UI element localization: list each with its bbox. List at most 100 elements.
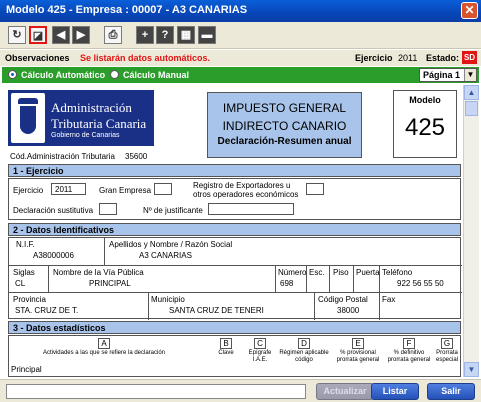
section-identificativos: N.I.F. A38000006 Apellidos y Nombre / Ra… <box>8 237 462 320</box>
logo-line-3: Gobierno de Canarias <box>51 132 120 139</box>
ejercicio-label: Ejercicio <box>355 53 393 63</box>
help-icon[interactable]: ? <box>156 26 174 44</box>
via-publica-label: Nombre de la Vía Pública <box>53 268 144 277</box>
form-area: Administración Tributaria Canaria Gobier… <box>2 85 462 377</box>
modelo-box: Modelo 425 <box>393 90 457 158</box>
registro-label-1: Registro de Exportadores u <box>193 181 291 190</box>
vertical-scrollbar[interactable]: ▲ ▼ <box>463 85 479 377</box>
gran-empresa-label: Gran Empresa <box>99 186 152 195</box>
telefono-value[interactable]: 922 56 55 50 <box>397 279 444 288</box>
atc-logo: Administración Tributaria Canaria Gobier… <box>8 90 154 146</box>
siglas-label: Siglas <box>13 268 35 277</box>
ejercicio-field-label: Ejercicio <box>13 186 44 195</box>
status-field <box>6 384 306 399</box>
add-icon[interactable]: + <box>136 26 154 44</box>
modelo-label: Modelo <box>409 95 441 105</box>
section-estadisticos-header: 3 - Datos estadísticos <box>8 321 461 334</box>
codigo-value: 35600 <box>125 152 148 161</box>
nombre-value[interactable]: A3 CANARIAS <box>139 251 192 260</box>
ejercicio-field[interactable]: 2011 <box>51 183 86 195</box>
numero-label: Número <box>278 268 307 277</box>
observations-message: Se listarán datos automáticos. <box>80 53 211 63</box>
column-d-letter: D <box>298 338 310 349</box>
scroll-down-icon[interactable]: ▼ <box>464 362 479 377</box>
gran-empresa-checkbox[interactable] <box>154 183 172 195</box>
column-a-letter: A <box>98 338 110 349</box>
keyboard-icon[interactable]: ▬ <box>198 26 216 44</box>
numero-value[interactable]: 698 <box>280 279 293 288</box>
section-identificativos-header: 2 - Datos Identificativos <box>8 223 461 236</box>
scroll-thumb[interactable] <box>465 101 478 116</box>
observations-label: Observaciones <box>5 53 70 63</box>
calculator-icon[interactable]: ▦ <box>177 26 195 44</box>
column-f-text: % definitivo prorrata general <box>387 350 431 363</box>
declaracion-sustitutiva-checkbox[interactable] <box>99 203 117 215</box>
column-f: F % definitivo prorrata general <box>385 338 433 364</box>
nombre-label: Apellidos y Nombre / Razón Social <box>109 240 233 249</box>
principal-label: Principal <box>11 365 42 374</box>
window-titlebar: Modelo 425 - Empresa : 00007 - A3 CANARI… <box>0 0 481 22</box>
listar-button[interactable]: Listar <box>371 383 419 400</box>
estado-label: Estado: <box>426 53 460 63</box>
logo-line-1: Administración <box>51 100 132 115</box>
column-c-text: Epígrafe I.A.E. <box>248 350 272 363</box>
provincia-value[interactable]: STA. CRUZ DE T. <box>15 306 78 315</box>
codigo-label: Cód.Administración Tributaria <box>10 152 115 161</box>
column-a: A Actividades a las que se refiere la de… <box>19 338 189 357</box>
calculation-mode-bar: Cálculo Automático Cálculo Manual Página… <box>2 67 479 83</box>
salir-button[interactable]: Salir <box>427 383 475 400</box>
justificante-field[interactable] <box>208 203 294 215</box>
observations-row: Observaciones Se listarán datos automáti… <box>0 50 481 66</box>
next-icon[interactable]: ▶ <box>72 26 90 44</box>
column-a-text: Actividades a las que se refiere la decl… <box>42 350 166 356</box>
escalera-label: Esc. <box>309 268 325 277</box>
scroll-up-icon[interactable]: ▲ <box>464 85 479 100</box>
telefono-label: Teléfono <box>382 268 413 277</box>
column-b: B Clave <box>215 338 237 357</box>
chevron-down-icon[interactable]: ▼ <box>464 69 476 81</box>
impuesto-title-2: INDIRECTO CANARIO <box>222 119 347 133</box>
column-d: D Régimen aplicable código <box>279 338 329 364</box>
codigo-postal-label: Código Postal <box>318 295 368 304</box>
declaracion-sustitutiva-label: Declaración sustitutiva <box>13 206 94 215</box>
nif-value[interactable]: A38000006 <box>33 251 74 260</box>
crest-icon <box>11 93 45 143</box>
pagina-select[interactable]: Página 1 ▼ <box>419 68 477 82</box>
radio-calculo-automatico[interactable] <box>8 70 17 79</box>
siglas-value[interactable]: CL <box>15 279 25 288</box>
column-f-letter: F <box>403 338 415 349</box>
via-publica-value[interactable]: PRINCIPAL <box>89 279 131 288</box>
clear-icon[interactable]: ◪ <box>29 26 47 44</box>
puerta-label: Puerta <box>356 268 380 277</box>
radio-calculo-manual[interactable] <box>110 70 119 79</box>
bottom-bar: Actualizar Listar Salir <box>0 379 481 402</box>
calculo-manual-label[interactable]: Cálculo Manual <box>123 70 189 80</box>
codigo-postal-value[interactable]: 38000 <box>337 306 359 315</box>
impuesto-subtitle: Declaración-Resumen anual <box>217 136 352 147</box>
close-icon[interactable]: ✕ <box>461 2 478 19</box>
column-c-letter: C <box>254 338 266 349</box>
nif-label: N.I.F. <box>16 240 35 249</box>
logo-line-2: Tributaria Canaria <box>51 116 147 131</box>
print-icon[interactable]: ⎙ <box>104 26 122 44</box>
codigo-administracion: Cód.Administración Tributaria 35600 <box>10 152 147 161</box>
column-b-text: Clave <box>218 350 234 356</box>
column-e: E % provisional prorrata general <box>333 338 383 364</box>
column-e-text: % provisional prorrata general <box>336 350 380 363</box>
column-g-letter: G <box>441 338 453 349</box>
ejercicio-value: 2011 <box>398 53 418 63</box>
fax-label: Fax <box>382 295 396 304</box>
refresh-icon[interactable]: ↻ <box>8 26 26 44</box>
previous-icon[interactable]: ◀ <box>52 26 70 44</box>
calculo-automatico-label[interactable]: Cálculo Automático <box>21 70 105 80</box>
column-g-text: Prorrata especial <box>435 350 458 363</box>
column-e-letter: E <box>352 338 364 349</box>
municipio-value[interactable]: SANTA CRUZ DE TENERI <box>169 306 264 315</box>
registro-label-2: otros operadores económicos <box>193 190 299 199</box>
window-title: Modelo 425 - Empresa : 00007 - A3 CANARI… <box>6 4 248 16</box>
municipio-label: Municipio <box>151 295 185 304</box>
registro-exportadores-checkbox[interactable] <box>306 183 324 195</box>
section-ejercicio: Ejercicio 2011 Gran Empresa Registro de … <box>8 178 461 220</box>
actualizar-button[interactable]: Actualizar <box>316 383 374 400</box>
section-ejercicio-header: 1 - Ejercicio <box>8 164 461 177</box>
